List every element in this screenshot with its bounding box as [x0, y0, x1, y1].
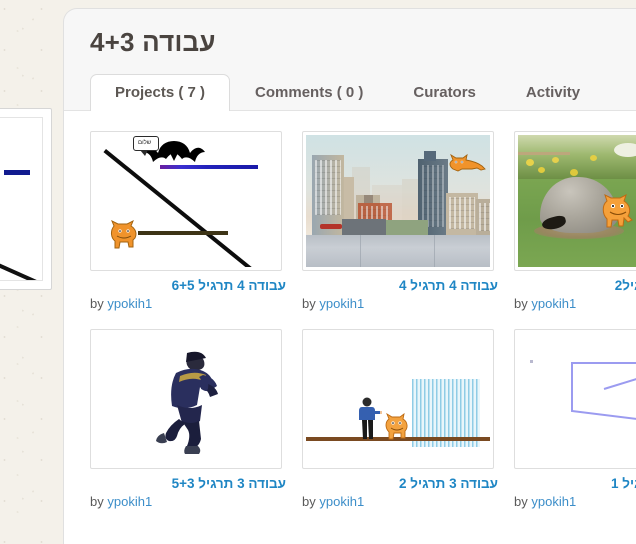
project-card: שלום עבודה 4 תרגיל 6+5 by ypokih1 [90, 131, 286, 311]
flower-shape [538, 167, 545, 173]
project-card: עבודה 4 תרגיל 4 by ypokih1 [302, 131, 498, 311]
street-ground [306, 235, 490, 267]
project-byline: by ypokih1 [302, 494, 498, 509]
project-title-link[interactable]: עבודה 3 תרגיל 2 [302, 476, 498, 491]
flower-shape [552, 157, 559, 163]
project-title-link[interactable]: עבודה 4 תרגיל2 [514, 278, 636, 293]
building-shape [446, 193, 478, 237]
tab-projects[interactable]: Projects ( 7 ) [90, 74, 231, 112]
scratch-cat-sprite [449, 153, 486, 172]
rooftop-box-shape [364, 195, 373, 203]
project-byline: by ypokih1 [90, 494, 286, 509]
scratch-cat-sprite [385, 413, 408, 440]
flower-shape [590, 155, 597, 161]
by-label: by [302, 494, 316, 509]
purple-polygon-shape [571, 362, 636, 420]
flower-shape [526, 159, 534, 166]
by-label: by [514, 494, 528, 509]
project-card: עבודה 3 תרגיל 5+3 by ypokih1 [90, 329, 286, 509]
black-diagonal-line-shape [0, 238, 42, 280]
speech-bubble: שלום [133, 136, 159, 156]
project-title-link[interactable]: עבודה 3 תרגיל 1 [514, 476, 636, 491]
project-thumbnail[interactable] [302, 329, 494, 469]
thumbnail-canvas-city-skyline-cat [306, 135, 490, 267]
author-link[interactable]: ypokih1 [107, 494, 152, 509]
dark-rod-shape [138, 231, 228, 235]
project-card: עבודה 4 תרגיל2 by ypokih1 [514, 131, 636, 311]
project-thumbnail[interactable] [514, 131, 636, 271]
project-card: עבודה 3 תרגיל 1 by ypokih1 [514, 329, 636, 509]
thumbnail-canvas-person-cat-grid [306, 333, 490, 465]
tab-comments[interactable]: Comments ( 0 ) [230, 74, 388, 111]
white-blossom-shape [614, 143, 636, 157]
project-thumbnail[interactable] [514, 329, 636, 469]
scratch-cat-sprite [602, 194, 633, 228]
speech-bubble-text: שלום [138, 140, 152, 146]
awning-shape [320, 224, 342, 229]
project-title-link[interactable]: עבודה 4 תרגיל 6+5 [90, 278, 286, 293]
author-link[interactable]: ypokih1 [531, 494, 576, 509]
building-shape [476, 199, 490, 237]
small-dot-shape [530, 360, 533, 363]
thumbnail-canvas-running-man [94, 333, 278, 465]
by-label: by [302, 296, 316, 311]
partial-thumbnail-canvas [0, 117, 43, 281]
project-byline: by ypokih1 [90, 296, 286, 311]
author-link[interactable]: ypokih1 [531, 296, 576, 311]
page-title: עבודה 4+3 [90, 27, 216, 57]
project-thumbnail[interactable] [90, 329, 282, 469]
tab-curators[interactable]: Curators [388, 74, 501, 111]
adjacent-project-thumbnail-partial[interactable] [0, 108, 52, 290]
project-title-link[interactable]: עבודה 3 תרגיל 5+3 [90, 476, 286, 491]
flower-shape [570, 169, 578, 176]
author-link[interactable]: ypokih1 [107, 296, 152, 311]
project-thumbnail[interactable] [302, 131, 494, 271]
project-byline: by ypokih1 [514, 296, 636, 311]
skyscraper-crown-shape [424, 151, 436, 161]
by-label: by [90, 494, 104, 509]
project-byline: by ypokih1 [514, 494, 636, 509]
thumbnail-canvas-garden-rock-cat [518, 135, 636, 267]
thumbnail-canvas-bat-cat-diagonal: שלום [94, 135, 278, 267]
project-thumbnail[interactable]: שלום [90, 131, 282, 271]
project-byline: by ypokih1 [302, 296, 498, 311]
project-grid: שלום עבודה 4 תרגיל 6+5 by ypokih1 עבודה … [64, 131, 636, 509]
tab-bar: Projects ( 7 ) Comments ( 0 ) Curators A… [64, 74, 636, 112]
author-link[interactable]: ypokih1 [319, 296, 364, 311]
projects-panel-content: שלום עבודה 4 תרגיל 6+5 by ypokih1 עבודה … [64, 110, 636, 544]
studio-panel: עבודה 4+3 Projects ( 7 ) Comments ( 0 ) … [63, 8, 636, 544]
running-man-sprite [156, 351, 218, 454]
tab-activity[interactable]: Activity [501, 74, 605, 111]
project-title-link[interactable]: עבודה 4 תרגיל 4 [302, 278, 498, 293]
thumbnail-canvas-purple-polygon [518, 333, 636, 465]
project-card: עבודה 3 תרגיל 2 by ypokih1 [302, 329, 498, 509]
fence-rail-shape [518, 152, 570, 155]
author-link[interactable]: ypokih1 [319, 494, 364, 509]
blue-line-shape [4, 170, 30, 175]
person-sprite [359, 397, 382, 439]
by-label: by [514, 296, 528, 311]
by-label: by [90, 296, 104, 311]
scratch-cat-sprite [111, 220, 137, 249]
